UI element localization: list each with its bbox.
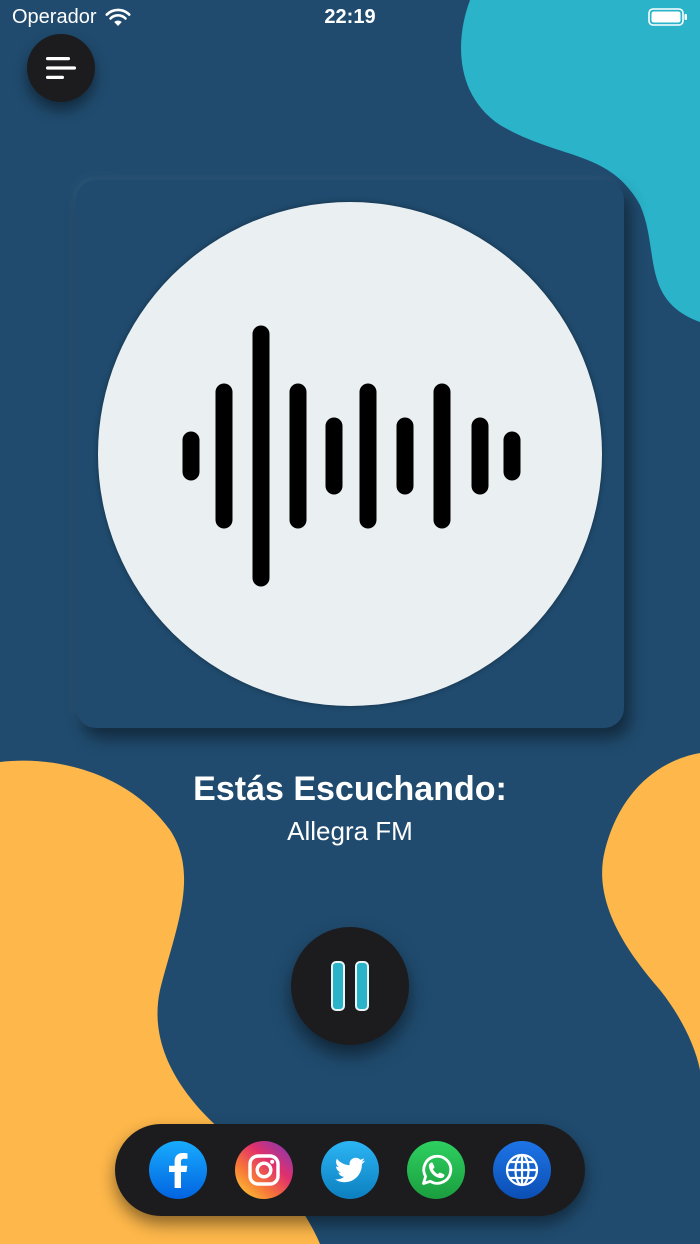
status-bar: Operador 22:19 [0, 0, 700, 36]
whatsapp-icon [407, 1141, 465, 1199]
facebook-icon [149, 1141, 207, 1199]
twitter-button[interactable] [320, 1140, 380, 1200]
menu-icon [46, 57, 76, 79]
artwork-circle [98, 202, 602, 706]
menu-button[interactable] [27, 34, 95, 102]
pause-icon [331, 961, 369, 1011]
whatsapp-button[interactable] [406, 1140, 466, 1200]
radio-player-screen: Operador 22:19 Estás Escuchando: Allegra… [0, 0, 700, 1244]
website-button[interactable] [492, 1140, 552, 1200]
artwork-card [76, 180, 624, 728]
social-bar [115, 1124, 585, 1216]
battery-icon [648, 8, 687, 26]
facebook-button[interactable] [148, 1140, 208, 1200]
globe-icon [493, 1141, 551, 1199]
now-playing-heading: Estás Escuchando: [193, 770, 507, 808]
waveform-icon [182, 325, 521, 587]
instagram-icon [235, 1141, 293, 1199]
pause-button[interactable] [291, 927, 409, 1045]
instagram-button[interactable] [234, 1140, 294, 1200]
station-name: Allegra FM [287, 816, 413, 846]
twitter-icon [321, 1141, 379, 1199]
status-time: 22:19 [324, 6, 376, 28]
